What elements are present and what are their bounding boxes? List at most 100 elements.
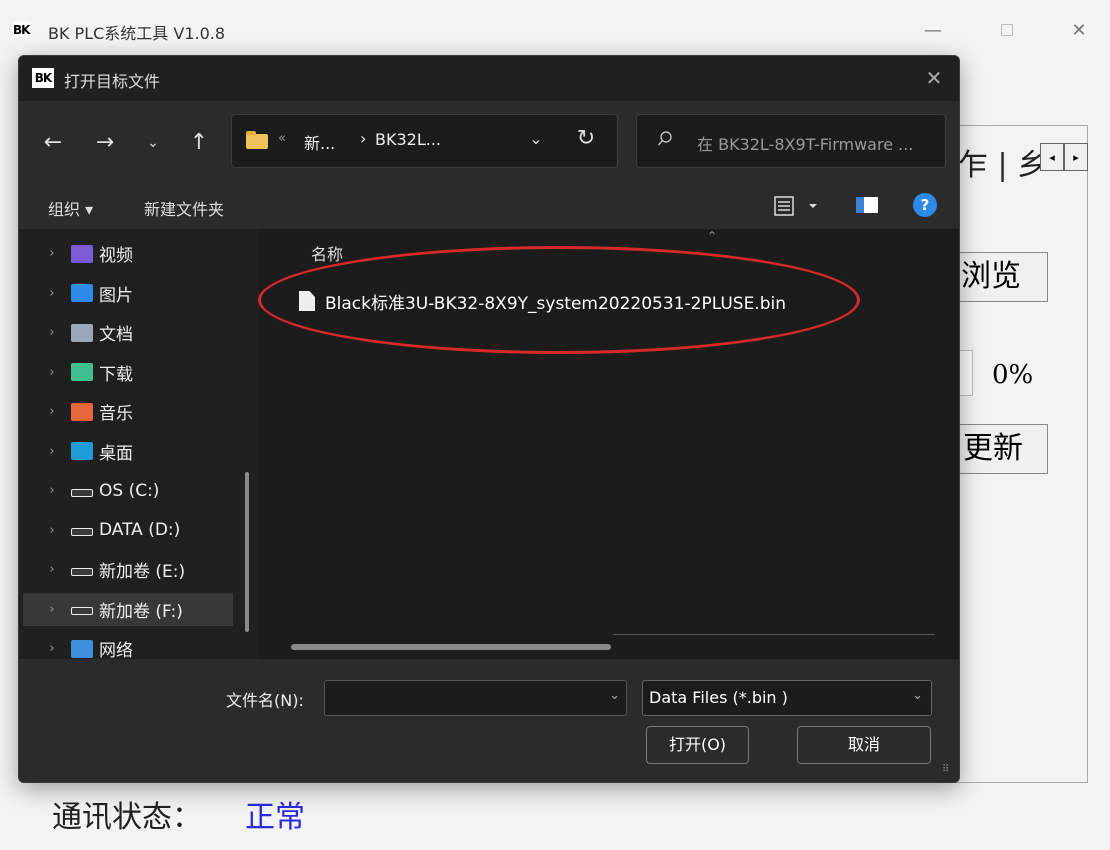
tab-scroll-left-icon[interactable]: ◂ [1040,143,1064,171]
column-header-name[interactable]: 名称 [311,241,343,265]
resize-grip-icon[interactable]: ⠿ [942,765,954,779]
nav-item[interactable]: › OS (C:) [23,474,233,507]
nav-item-label: 桌面 [99,443,133,464]
drive-icon [71,488,93,497]
up-arrow-icon[interactable]: ↑ [183,129,215,157]
filename-dropdown-chevron-icon[interactable]: ⌄ [609,688,620,703]
expand-chevron-icon[interactable]: › [41,483,63,498]
recent-locations-chevron-icon[interactable]: ⌄ [137,129,169,157]
drive-icon [71,567,93,576]
status-label: 通讯状态： [52,800,202,835]
expand-chevron-icon[interactable]: › [41,246,63,261]
nav-item[interactable]: › 新加卷 (E:) [23,553,233,586]
desktop-icon [71,442,93,460]
app-logo: BK [13,22,31,38]
nav-item[interactable]: › 新加卷 (F:) [23,592,233,626]
cancel-button[interactable]: 取消 [797,726,931,764]
nav-item[interactable]: › 文档 [23,316,233,349]
nav-item-label: OS (C:) [99,480,160,501]
nav-item[interactable]: › 音乐 [23,395,233,428]
maximize-icon [1001,24,1013,36]
expand-chevron-icon[interactable]: › [41,286,63,301]
app-tab-strip[interactable]: 乍 | 乡 [958,140,1047,184]
filetype-value: Data Files (*.bin ) [649,688,788,707]
nav-item-label: 图片 [99,285,133,306]
network-icon [71,639,93,658]
new-folder-button[interactable]: 新建文件夹 [144,196,224,220]
nav-item-label: 下载 [99,364,133,385]
organize-menu-button[interactable]: 组织 ▾ [48,196,93,220]
dialog-logo: BK [32,68,54,88]
drive-icon [71,607,93,615]
search-icon [657,131,672,146]
expand-chevron-icon[interactable]: › [41,523,63,538]
breadcrumb-item[interactable]: 新... [304,130,335,154]
file-icon [299,291,315,311]
browse-button[interactable]: 浏览 [950,252,1048,302]
navigation-bar: ← → ⌄ ↑ « 新... › BK32L... ⌄ ↻ 在 BK32L-8X… [19,101,959,183]
update-button[interactable]: 更新 [950,424,1048,474]
horizontal-scrollbar[interactable] [291,644,611,650]
breadcrumb-separator-icon[interactable]: › [360,129,366,148]
dialog-close-button[interactable]: ✕ [919,66,949,92]
filename-label: 文件名(N): [226,691,304,710]
app-minimize-button[interactable]: — [910,14,956,46]
progress-percent: 0% [992,360,1034,390]
preview-pane-icon[interactable] [856,197,878,213]
nav-item-label: 视频 [99,246,133,266]
expand-chevron-icon[interactable]: › [41,444,63,459]
folder-icon [246,131,268,149]
expand-chevron-icon[interactable]: › [41,325,63,340]
search-placeholder: 在 BK32L-8X9T-Firmware ... [697,135,914,154]
drive-icon [71,528,93,536]
navigation-scrollbar[interactable] [245,472,249,632]
nav-item-label: 音乐 [99,404,133,424]
nav-item[interactable]: › DATA (D:) [23,514,233,547]
nav-item[interactable]: › 图片 [23,277,233,310]
nav-item[interactable]: › 网络 [23,632,233,659]
view-options-icon[interactable] [771,194,821,218]
address-bar[interactable]: « 新... › BK32L... ⌄ ↻ [231,114,618,168]
address-dropdown-chevron-icon[interactable]: ⌄ [524,129,548,148]
pictures-icon [71,284,93,302]
nav-item-label: 新加卷 (E:) [99,562,186,582]
search-input[interactable]: 在 BK32L-8X9T-Firmware ... [636,114,946,168]
nav-item[interactable]: › 视频 [23,237,233,270]
open-button[interactable]: 打开(O) [646,726,749,764]
filetype-select[interactable]: Data Files (*.bin ) ⌄ [642,680,932,716]
app-maximize-button[interactable] [984,14,1030,46]
filetype-dropdown-chevron-icon[interactable]: ⌄ [912,688,923,703]
dialog-footer: 文件名(N): ⌄ Data Files (*.bin ) ⌄ 打开(O) 取消… [19,659,959,782]
file-list-item[interactable]: Black标准3U-BK32-8X9Y_system20220531-2PLUS… [299,286,786,316]
breadcrumb-overflow[interactable]: « [278,131,286,146]
download-icon [71,363,93,381]
help-icon[interactable]: ? [913,193,937,217]
breadcrumb-item[interactable]: BK32L... [375,130,441,149]
horizontal-scroll-track [613,634,935,635]
back-arrow-icon[interactable]: ← [37,129,69,157]
status-value: 正常 [245,800,305,835]
file-list: ⌃ 名称 Black标准3U-BK32-8X9Y_system20220531-… [259,229,959,659]
music-icon [71,402,93,421]
video-icon [71,244,93,263]
dialog-title-bar: BK 打开目标文件 ✕ [19,56,959,101]
tab-scroll-right-icon[interactable]: ▸ [1064,143,1088,171]
app-close-button[interactable]: ✕ [1056,14,1102,46]
nav-item[interactable]: › 下载 [23,356,233,389]
navigation-pane: › 视频 › 图片 › 文档 › 下载 › 音乐 › 桌面 › OS (C:) › DATA (D:) › 新加卷… [19,229,259,659]
documents-icon [71,323,93,342]
sort-ascending-icon: ⌃ [707,229,718,243]
nav-item-label: 新加卷 (F:) [99,601,183,622]
filename-field[interactable]: ⌄ [324,680,627,716]
nav-item[interactable]: › 桌面 [23,435,233,468]
expand-chevron-icon[interactable]: › [41,602,63,617]
expand-chevron-icon[interactable]: › [41,365,63,380]
tab-scroll-arrows[interactable]: ◂ ▸ [1040,143,1088,171]
expand-chevron-icon[interactable]: › [41,404,63,419]
dialog-title: 打开目标文件 [64,72,161,91]
expand-chevron-icon[interactable]: › [41,641,63,656]
nav-item-label: DATA (D:) [99,520,181,540]
expand-chevron-icon[interactable]: › [41,562,63,577]
forward-arrow-icon[interactable]: → [89,129,121,157]
refresh-icon[interactable]: ↻ [572,126,600,151]
